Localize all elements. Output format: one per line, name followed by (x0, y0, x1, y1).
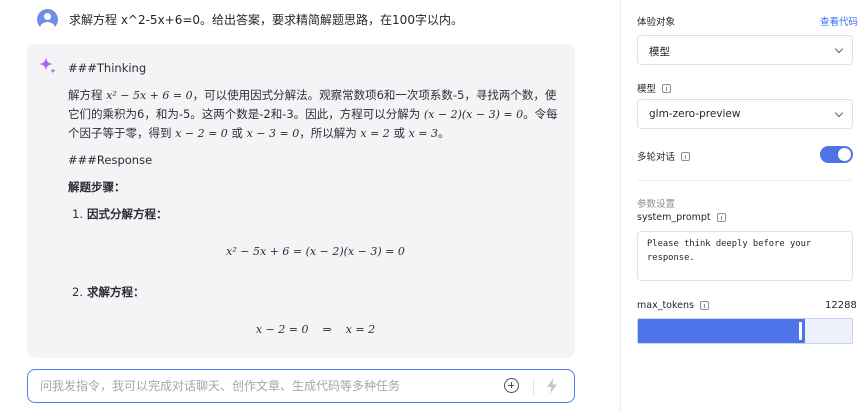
max-tokens-slider[interactable] (637, 318, 853, 344)
info-icon[interactable] (699, 301, 709, 310)
target-select[interactable]: 模型 (637, 35, 853, 65)
info-icon[interactable] (716, 213, 726, 222)
target-label: 体验对象 (637, 14, 675, 28)
info-icon[interactable] (662, 83, 672, 93)
lightning-icon[interactable] (542, 376, 562, 396)
label-text: system_prompt (637, 212, 711, 223)
params-title: 参数设置 (637, 199, 676, 210)
assistant-answer: ###Thinking 解方程 x² − 5x + 6 = 0，可以使用因式分解… (27, 44, 575, 358)
multi-turn-toggle[interactable] (820, 146, 853, 163)
divider (533, 378, 534, 395)
text-run: 。 (438, 126, 450, 140)
implies-arrow: ⇒ (322, 323, 332, 336)
thinking-heading: ###Thinking (68, 61, 147, 75)
sparkle-icon (39, 57, 56, 74)
user-message: 求解方程 x^2-5x+6=0。给出答案，要求精简解题思路，在100字以内。 (37, 9, 463, 30)
prompt-input[interactable] (40, 377, 480, 395)
math-equation: (x − 2)(x − 3) = 0 (423, 108, 524, 121)
max-tokens-label: max_tokens (637, 300, 709, 311)
model-select-value: glm-zero-preview (649, 108, 741, 120)
view-code-link[interactable]: 查看代码 (820, 14, 858, 28)
settings-panel: 体验对象 查看代码 模型 模型 glm-zero-preview 多轮对话 参数… (621, 0, 866, 412)
chevron-down-icon (834, 44, 844, 54)
math-equation: x − 2 = 0 (255, 323, 309, 336)
label-text: 多轮对话 (637, 152, 676, 163)
math-equation: x = 2 (360, 127, 390, 140)
model-select[interactable]: glm-zero-preview (637, 99, 853, 129)
system-prompt-label: system_prompt (637, 212, 726, 223)
step-item: 2. 求解方程： (72, 283, 563, 302)
math-equation: x = 3 (408, 127, 439, 140)
label-text: max_tokens (637, 300, 694, 311)
math-equation: x − 3 = 0 (246, 127, 300, 140)
text-run: ，所以解为 (299, 126, 361, 140)
step-number: 2. (72, 285, 83, 299)
display-equation: x − 2 = 0 ⇒ x = 2 (68, 320, 563, 339)
max-tokens-value: 12288 (825, 300, 857, 311)
section-divider (637, 180, 853, 181)
info-icon[interactable] (681, 151, 691, 161)
response-heading: ###Response (68, 153, 153, 167)
slider-fill (638, 319, 805, 343)
label-text: 模型 (637, 84, 657, 95)
user-avatar-icon (37, 9, 58, 30)
label-text: 体验对象 (637, 17, 676, 28)
steps-title: 解题步骤： (68, 180, 126, 194)
multi-turn-label: 多轮对话 (637, 149, 691, 163)
text-run: 解方程 (68, 88, 107, 102)
user-question: 求解方程 x^2-5x+6=0。给出答案，要求精简解题思路，在100字以内。 (69, 13, 463, 27)
text-run: 或 (389, 126, 409, 140)
chat-area: 求解方程 x^2-5x+6=0。给出答案，要求精简解题思路，在100字以内。 #… (0, 0, 620, 412)
chevron-down-icon (834, 108, 844, 118)
answer-content: ###Thinking 解方程 x² − 5x + 6 = 0，可以使用因式分解… (68, 59, 563, 358)
system-prompt-textarea[interactable]: Please think deeply before your response… (637, 231, 853, 281)
math-equation: x² − 5x + 6 = 0 (106, 89, 193, 102)
toggle-knob (838, 148, 851, 161)
model-label: 模型 (637, 81, 672, 95)
plus-circle-icon[interactable] (504, 378, 519, 393)
text-run: 或 (227, 126, 247, 140)
math-equation: x = 2 (345, 323, 376, 336)
step-title: 因式分解方程： (86, 207, 168, 221)
prompt-input-box[interactable] (27, 369, 575, 403)
math-equation: x − 2 = 0 (175, 127, 228, 140)
step-item: 1. 因式分解方程： (72, 205, 563, 224)
step-title: 求解方程： (86, 285, 145, 299)
slider-handle[interactable] (799, 322, 802, 340)
step-number: 1. (72, 207, 83, 221)
display-equation: x² − 5x + 6 = (x − 2)(x − 3) = 0 (226, 245, 405, 258)
target-select-value: 模型 (649, 46, 670, 58)
app-root: 求解方程 x^2-5x+6=0。给出答案，要求精简解题思路，在100字以内。 #… (0, 0, 866, 412)
thinking-paragraph: 解方程 x² − 5x + 6 = 0，可以使用因式分解法。观察常数项6和一次项… (68, 86, 563, 143)
